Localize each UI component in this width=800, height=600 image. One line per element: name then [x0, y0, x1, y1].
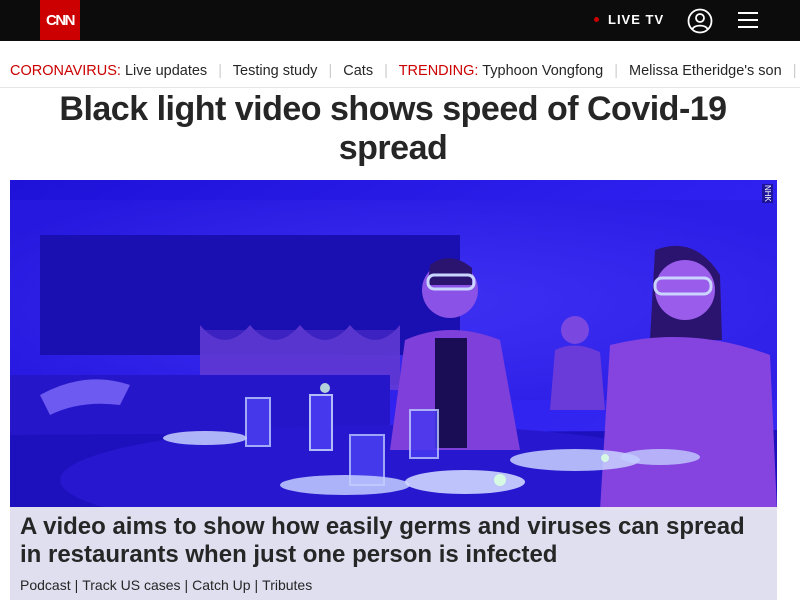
video-caption-overlay: A video aims to show how easily germs an… — [10, 507, 777, 600]
video-caption: A video aims to show how easily germs an… — [20, 513, 745, 568]
divider: | — [218, 63, 222, 79]
divider: | — [792, 63, 797, 79]
video-related-links: Podcast | Track US cases | Catch Up | Tributes — [20, 577, 312, 593]
video-player[interactable]: NHK A video aims to show how easily germ… — [10, 180, 777, 600]
link-tributes[interactable]: Tributes — [262, 577, 312, 593]
live-dot-icon — [594, 17, 599, 22]
trending-ticker: CORONAVIRUS: Live updates | Testing stud… — [0, 41, 800, 88]
divider: | — [254, 577, 259, 593]
logo-text: CNN — [46, 11, 76, 29]
divider: | — [328, 63, 333, 79]
page-title: Black light video shows speed of Covid-1… — [59, 90, 727, 167]
divider: | — [184, 577, 189, 593]
menu-icon[interactable] — [738, 11, 758, 29]
ticker-link-typhoon[interactable]: Typhoon Vongfong — [482, 63, 603, 79]
divider: | — [614, 63, 618, 79]
link-catch-up[interactable]: Catch Up — [192, 577, 250, 593]
link-track-us-cases[interactable]: Track US cases — [82, 577, 180, 593]
cnn-logo[interactable]: CNN — [40, 0, 80, 40]
link-podcast[interactable]: Podcast — [20, 577, 71, 593]
live-tv-label: LIVE TV — [608, 12, 665, 27]
live-tv-link[interactable]: LIVE TV — [594, 12, 664, 27]
top-navigation-bar: CNN LIVE TV — [0, 0, 800, 41]
video-watermark: NHK — [762, 184, 773, 203]
ticker-label-coronavirus: CORONAVIRUS: — [10, 63, 121, 79]
ticker-link-melissa-etheridge[interactable]: Melissa Etheridge's son — [629, 63, 782, 79]
ticker-label-trending: TRENDING: — [398, 63, 479, 79]
divider: | — [384, 63, 388, 79]
divider: | — [74, 577, 79, 593]
ticker-link-live-updates[interactable]: Live updates — [125, 63, 207, 79]
user-icon[interactable] — [687, 8, 713, 34]
ticker-link-cats[interactable]: Cats — [343, 63, 373, 79]
ticker-link-testing-study[interactable]: Testing study — [233, 63, 318, 79]
